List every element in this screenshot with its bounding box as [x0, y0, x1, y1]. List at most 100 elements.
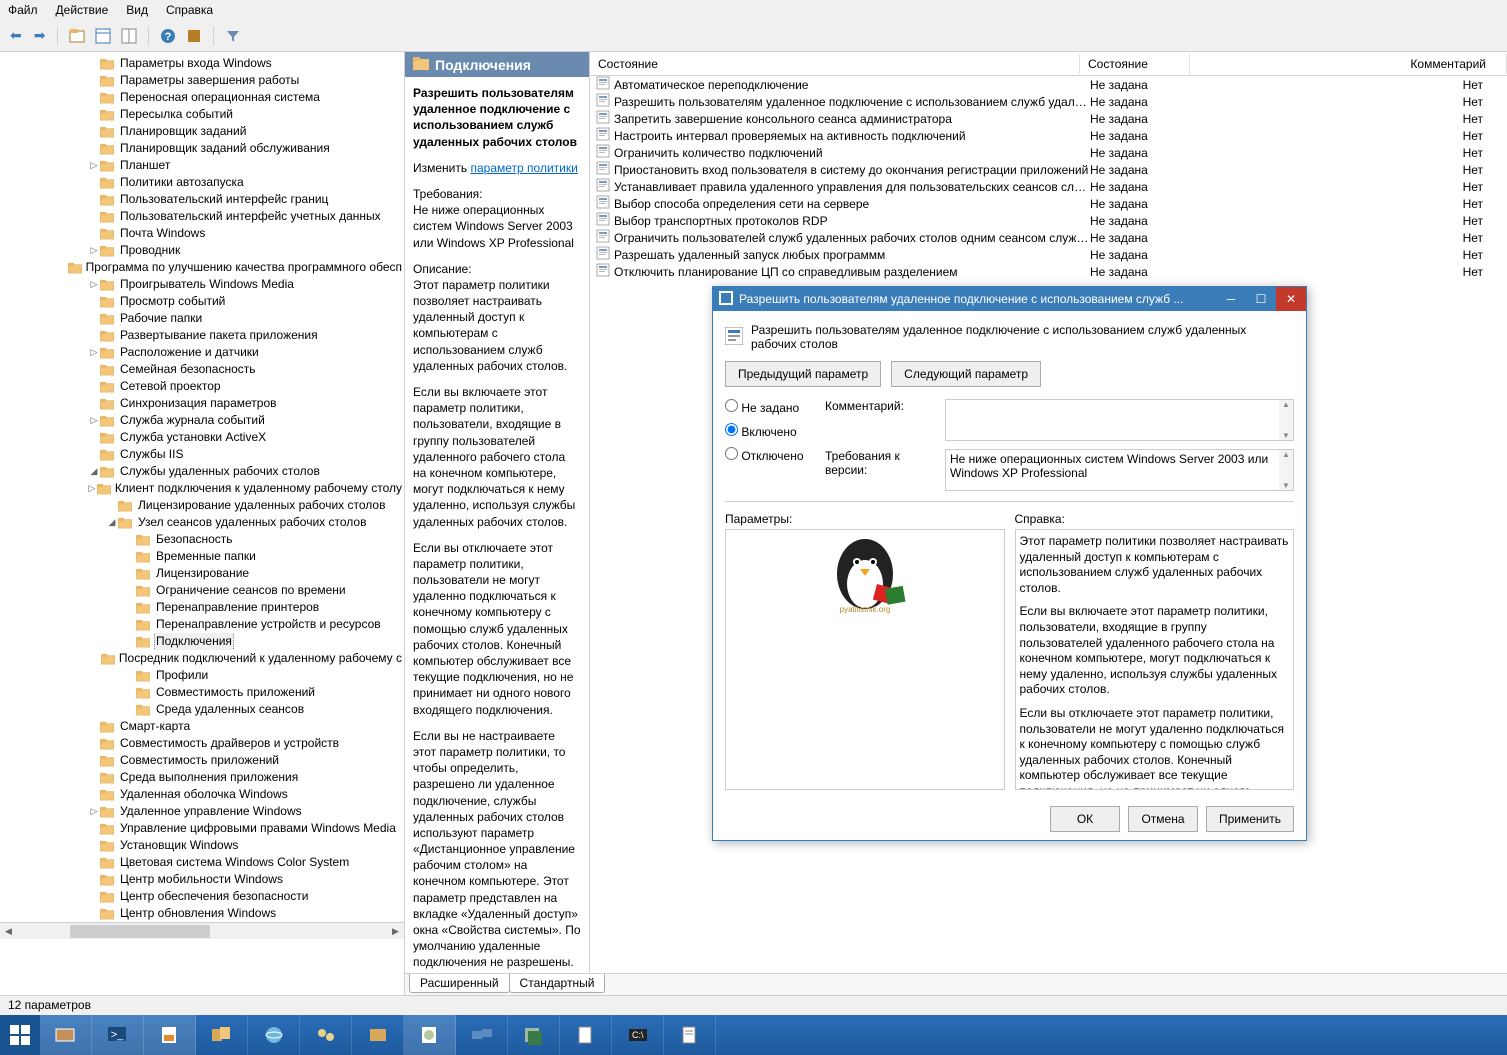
list-row[interactable]: Выбор способа определения сети на сервер…: [590, 195, 1507, 212]
radio-not-configured[interactable]: Не задано: [725, 399, 825, 415]
list-row[interactable]: Разрешать удаленный запуск любых програм…: [590, 246, 1507, 263]
tree-item[interactable]: Центр мобильности Windows: [0, 871, 404, 888]
tree-item[interactable]: Совместимость приложений: [0, 752, 404, 769]
col-comment[interactable]: Комментарий: [1190, 54, 1507, 74]
tree-item[interactable]: Планировщик заданий обслуживания: [0, 140, 404, 157]
taskbar-item-10[interactable]: [508, 1015, 560, 1055]
tree-item[interactable]: Политики автозапуска: [0, 174, 404, 191]
expand-icon[interactable]: ▷: [88, 412, 100, 429]
tree-item[interactable]: ◢Узел сеансов удаленных рабочих столов: [0, 514, 404, 531]
tree-item[interactable]: Посредник подключений к удаленному рабоч…: [0, 650, 404, 667]
cancel-button[interactable]: Отмена: [1128, 806, 1198, 832]
list-row[interactable]: Запретить завершение консольного сеанса …: [590, 110, 1507, 127]
expand-icon[interactable]: ▷: [88, 276, 100, 293]
tree-item[interactable]: Совместимость драйверов и устройств: [0, 735, 404, 752]
taskbar-item-8[interactable]: [404, 1015, 456, 1055]
tool-help-icon[interactable]: ?: [157, 25, 179, 47]
expand-icon[interactable]: ▷: [88, 344, 100, 361]
list-row[interactable]: Отключить планирование ЦП со справедливы…: [590, 263, 1507, 280]
tool-icon-2[interactable]: [92, 25, 114, 47]
tree-item[interactable]: Пользовательский интерфейс учетных данны…: [0, 208, 404, 225]
tree-item[interactable]: Синхронизация параметров: [0, 395, 404, 412]
taskbar-item-4[interactable]: [196, 1015, 248, 1055]
tree-item[interactable]: Безопасность: [0, 531, 404, 548]
expand-icon[interactable]: ◢: [88, 463, 100, 480]
dialog-titlebar[interactable]: Разрешить пользователям удаленное подклю…: [713, 287, 1306, 311]
minimize-button[interactable]: ─: [1216, 287, 1246, 311]
menu-view[interactable]: Вид: [126, 3, 148, 17]
tree-item[interactable]: Семейная безопасность: [0, 361, 404, 378]
tree-item[interactable]: Почта Windows: [0, 225, 404, 242]
tree-item[interactable]: Центр обеспечения безопасности: [0, 888, 404, 905]
menu-file[interactable]: Файл: [8, 3, 38, 17]
taskbar-item-1[interactable]: [40, 1015, 92, 1055]
taskbar-item-6[interactable]: [300, 1015, 352, 1055]
tree-item[interactable]: Планировщик заданий: [0, 123, 404, 140]
tree-item[interactable]: Среда удаленных сеансов: [0, 701, 404, 718]
tree-item[interactable]: Программа по улучшению качества программ…: [0, 259, 404, 276]
comment-field[interactable]: [945, 399, 1294, 441]
tree-item[interactable]: Перенаправление устройств и ресурсов: [0, 616, 404, 633]
prev-setting-button[interactable]: Предыдущий параметр: [725, 361, 881, 387]
list-row[interactable]: Приостановить вход пользователя в систем…: [590, 161, 1507, 178]
tree-item[interactable]: Развертывание пакета приложения: [0, 327, 404, 344]
tool-filter-icon[interactable]: [222, 25, 244, 47]
list-row[interactable]: Ограничить пользователей служб удаленных…: [590, 229, 1507, 246]
radio-enabled[interactable]: Включено: [725, 423, 825, 439]
tool-icon-3[interactable]: [118, 25, 140, 47]
taskbar-item-3[interactable]: [144, 1015, 196, 1055]
list-row[interactable]: Ограничить количество подключенийНе зада…: [590, 144, 1507, 161]
tree-item[interactable]: Подключения: [0, 633, 404, 650]
tree-item[interactable]: Рабочие папки: [0, 310, 404, 327]
tree-item[interactable]: Совместимость приложений: [0, 684, 404, 701]
taskbar-item-9[interactable]: [456, 1015, 508, 1055]
list-row[interactable]: Автоматическое переподключениеНе заданаН…: [590, 76, 1507, 93]
menu-help[interactable]: Справка: [166, 3, 213, 17]
tree-item[interactable]: Параметры завершения работы: [0, 72, 404, 89]
tree-item[interactable]: ▷Планшет: [0, 157, 404, 174]
ok-button[interactable]: ОК: [1050, 806, 1120, 832]
nav-fwd-icon[interactable]: ➡: [30, 27, 50, 44]
taskbar-item-2[interactable]: >_: [92, 1015, 144, 1055]
radio-disabled[interactable]: Отключено: [725, 447, 825, 463]
tree-item[interactable]: Пересылка событий: [0, 106, 404, 123]
expand-icon[interactable]: ▷: [87, 480, 97, 497]
edit-policy-link[interactable]: параметр политики: [470, 161, 577, 175]
maximize-button[interactable]: ☐: [1246, 287, 1276, 311]
apply-button[interactable]: Применить: [1206, 806, 1294, 832]
taskbar-item-7[interactable]: [352, 1015, 404, 1055]
close-button[interactable]: ✕: [1276, 287, 1306, 311]
list-row[interactable]: Настроить интервал проверяемых на активн…: [590, 127, 1507, 144]
tree-item[interactable]: Пользовательский интерфейс границ: [0, 191, 404, 208]
tree-item[interactable]: Переносная операционная система: [0, 89, 404, 106]
tree-item[interactable]: ▷Проводник: [0, 242, 404, 259]
tree-item[interactable]: Центр обновления Windows: [0, 905, 404, 922]
next-setting-button[interactable]: Следующий параметр: [891, 361, 1041, 387]
tree-item[interactable]: ▷Клиент подключения к удаленному рабочем…: [0, 480, 404, 497]
tree-item[interactable]: ▷Расположение и датчики: [0, 344, 404, 361]
taskbar-item-13[interactable]: [664, 1015, 716, 1055]
expand-icon[interactable]: ◢: [106, 514, 118, 531]
tree-item[interactable]: Службы IIS: [0, 446, 404, 463]
menu-action[interactable]: Действие: [56, 3, 109, 17]
list-row[interactable]: Устанавливает правила удаленного управле…: [590, 178, 1507, 195]
tree-item[interactable]: Цветовая система Windows Color System: [0, 854, 404, 871]
tree-item[interactable]: Лицензирование удаленных рабочих столов: [0, 497, 404, 514]
expand-icon[interactable]: ▷: [88, 242, 100, 259]
tree-item[interactable]: Установщик Windows: [0, 837, 404, 854]
tree-item[interactable]: Сетевой проектор: [0, 378, 404, 395]
tool-icon-4[interactable]: [183, 25, 205, 47]
tab-extended[interactable]: Расширенный: [409, 974, 510, 993]
tree-item[interactable]: Служба установки ActiveX: [0, 429, 404, 446]
tool-icon-1[interactable]: [66, 25, 88, 47]
expand-icon[interactable]: ▷: [88, 803, 100, 820]
tab-standard[interactable]: Стандартный: [509, 974, 606, 993]
start-button[interactable]: [0, 1015, 40, 1055]
tree-item[interactable]: Управление цифровыми правами Windows Med…: [0, 820, 404, 837]
tree-pane[interactable]: Параметры входа WindowsПараметры заверше…: [0, 52, 405, 995]
expand-icon[interactable]: ▷: [88, 157, 100, 174]
tree-item[interactable]: ▷Проигрыватель Windows Media: [0, 276, 404, 293]
tree-item[interactable]: Временные папки: [0, 548, 404, 565]
tree-scrollbar-h[interactable]: ◀▶: [0, 922, 404, 939]
tree-item[interactable]: Профили: [0, 667, 404, 684]
